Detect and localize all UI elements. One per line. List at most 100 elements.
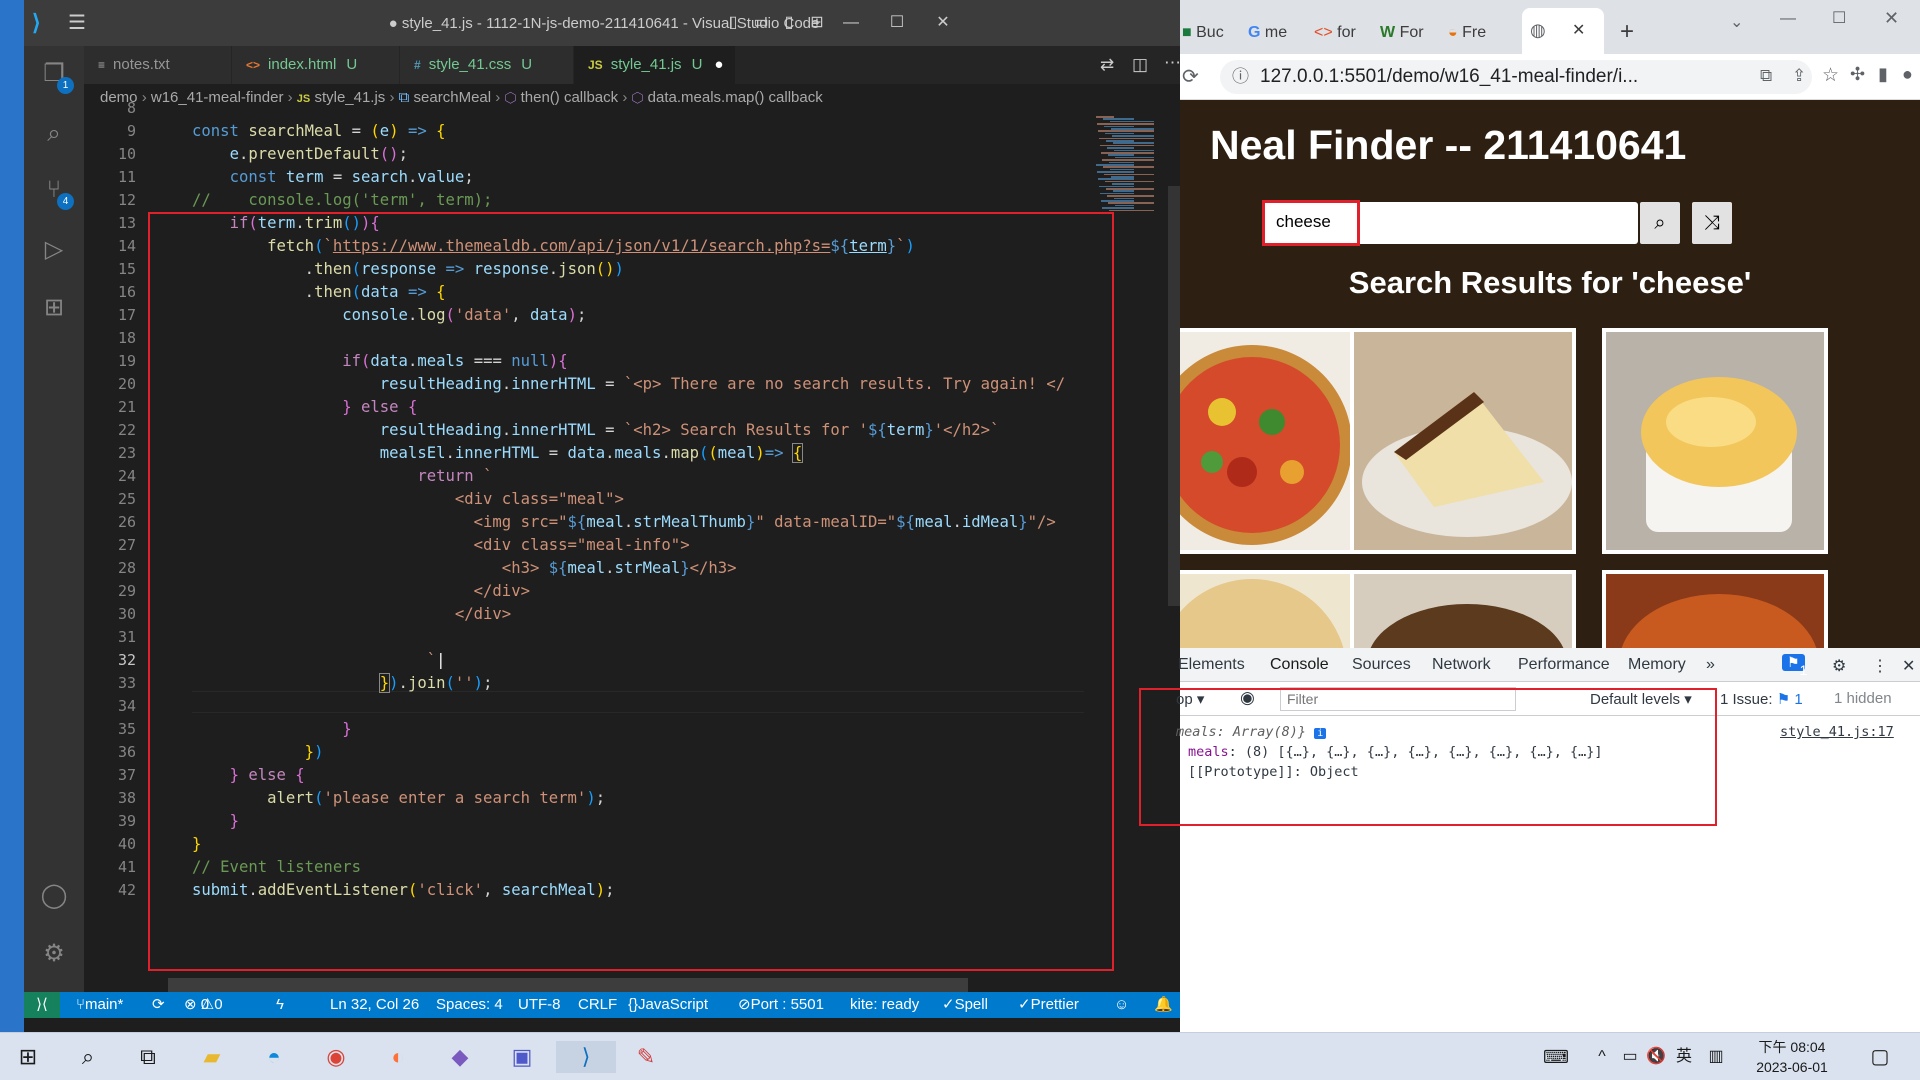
remote-icon[interactable]: ⟩⟨ <box>24 992 60 1018</box>
cursor-position[interactable]: Ln 32, Col 26 <box>330 992 419 1018</box>
toggle-secondary-sidebar-icon[interactable]: ▯ <box>778 12 800 34</box>
issues-badge[interactable]: ⚑ 1 <box>1782 654 1807 678</box>
file-explorer-icon[interactable]: ▰ <box>192 1041 232 1073</box>
edge-icon[interactable]: ◓ <box>254 1041 294 1073</box>
toggle-panel-icon[interactable]: ▭ <box>750 12 772 34</box>
meal-card[interactable] <box>1602 570 1828 648</box>
split-editor-icon[interactable]: ◫ <box>1132 55 1148 75</box>
clock[interactable]: 下午 08:04 2023-06-01 <box>1744 1037 1840 1077</box>
breadcrumb-item[interactable]: w16_41-meal-finder <box>151 89 284 106</box>
breadcrumb-item[interactable]: then() callback <box>521 89 619 106</box>
console-source-link[interactable]: style_41.js:17 <box>1780 724 1894 740</box>
customize-layout-icon[interactable]: ⊞ <box>806 12 828 34</box>
meal-card[interactable] <box>1602 328 1828 554</box>
spell-status[interactable]: ✓ Spell <box>942 992 988 1018</box>
encoding[interactable]: UTF-8 <box>518 992 561 1018</box>
devtools-more-icon[interactable]: ⋮ <box>1872 656 1888 676</box>
source-control-icon[interactable]: ⑂ 4 <box>38 174 74 210</box>
devtools-tab-performance[interactable]: Performance <box>1518 656 1610 674</box>
browser-tab[interactable]: <> for <box>1314 16 1356 50</box>
meal-card[interactable] <box>1180 570 1374 648</box>
task-view-icon[interactable]: ⧉ <box>128 1041 168 1073</box>
firefox-icon[interactable]: ◐ <box>378 1041 418 1073</box>
eol[interactable]: CRLF <box>578 992 617 1018</box>
random-button[interactable]: ⤨ <box>1692 202 1732 244</box>
share-icon[interactable]: ⇪ <box>1792 66 1806 86</box>
sync-icon[interactable]: ⟳ <box>152 992 165 1018</box>
issues-count[interactable]: 1 Issue: ⚑ 1 <box>1720 690 1803 708</box>
tab-close-icon[interactable]: ✕ <box>1572 20 1585 40</box>
more-actions-icon[interactable]: ⋯ <box>1164 53 1181 73</box>
compare-changes-icon[interactable]: ⇄ <box>1100 55 1114 75</box>
notifications-icon[interactable]: 🔔 <box>1154 992 1173 1018</box>
browser-tab[interactable]: ■ Buc <box>1182 16 1224 50</box>
maximize-button[interactable]: ☐ <box>886 12 908 34</box>
language-mode[interactable]: {} JavaScript <box>628 992 708 1018</box>
settings-gear-icon[interactable]: ⚙ <box>38 938 70 970</box>
lightning-icon[interactable]: ϟ <box>276 992 284 1018</box>
tab-style-css[interactable]: # style_41.css U <box>400 46 574 84</box>
feedback-icon[interactable]: ☺ <box>1114 992 1129 1018</box>
site-info-icon[interactable]: ⓘ <box>1232 60 1249 94</box>
unsaved-dot-icon[interactable]: ● <box>714 56 723 73</box>
search-icon[interactable]: ⌕ <box>68 1041 108 1073</box>
git-app-icon[interactable]: ◆ <box>440 1041 480 1073</box>
keyboard-icon[interactable]: ⌨ <box>1536 1041 1576 1073</box>
notification-center-icon[interactable]: ▢ <box>1860 1041 1900 1073</box>
meal-card[interactable] <box>1180 328 1374 554</box>
extensions-icon[interactable]: ⊞ <box>38 292 70 324</box>
browser-tab[interactable]: W For <box>1380 16 1424 50</box>
chrome-icon[interactable]: ◉ <box>316 1041 356 1073</box>
devtools-tab-console[interactable]: Console <box>1270 656 1329 674</box>
devtools-settings-icon[interactable]: ⚙ <box>1832 656 1846 676</box>
browser-tab[interactable]: G me <box>1248 16 1287 50</box>
explorer-icon[interactable]: ❐ 1 <box>38 58 74 94</box>
close-button[interactable]: ✕ <box>932 12 954 34</box>
tab-index-html[interactable]: <> index.html U <box>232 46 400 84</box>
toggle-sidebar-icon[interactable]: ▯ <box>722 12 744 34</box>
search-icon[interactable]: ⌕ <box>38 118 70 150</box>
breadcrumb-item[interactable]: searchMeal <box>414 89 492 106</box>
breadcrumb-item[interactable]: data.meals.map() callback <box>648 89 823 106</box>
browser-maximize-button[interactable]: ☐ <box>1832 8 1846 28</box>
teams-icon[interactable]: ▣ <box>502 1041 542 1073</box>
vscode-taskbar-icon[interactable]: ⟩ <box>556 1041 616 1073</box>
accounts-icon[interactable]: ◯ <box>38 880 70 912</box>
url-input[interactable]: ⓘ 127.0.0.1:5501/demo/w16_41-meal-finder… <box>1220 60 1812 94</box>
tab-notes[interactable]: ≡ notes.txt <box>84 46 232 84</box>
extensions-puzzle-icon[interactable]: ✣ <box>1850 64 1865 85</box>
indentation[interactable]: Spaces: 4 <box>436 992 503 1018</box>
meal-card[interactable] <box>1350 570 1576 648</box>
search-button[interactable]: ⌕ <box>1640 202 1680 244</box>
paint-app-icon[interactable]: ✎ <box>626 1041 666 1073</box>
browser-minimize-button[interactable]: — <box>1780 10 1796 28</box>
devtools-tab-memory[interactable]: Memory <box>1628 656 1686 674</box>
branch-status[interactable]: ⑂ main* <box>76 992 123 1018</box>
browser-tab[interactable]: ◒ Fre <box>1448 16 1486 50</box>
browser-close-button[interactable]: ✕ <box>1884 8 1899 29</box>
prettier-status[interactable]: ✓ Prettier <box>1018 992 1079 1018</box>
start-windows-icon[interactable]: ⊞ <box>8 1041 48 1073</box>
run-debug-icon[interactable]: ▷ <box>38 234 70 266</box>
tab-style-js[interactable]: JS style_41.js U ● <box>574 46 736 84</box>
devtools-close-icon[interactable]: ✕ <box>1902 656 1915 676</box>
profile-avatar-icon[interactable]: ● <box>1902 64 1913 85</box>
devtools-tab-network[interactable]: Network <box>1432 656 1491 674</box>
tab-search-icon[interactable]: ⌄ <box>1730 12 1743 32</box>
meal-card[interactable] <box>1350 328 1576 554</box>
bookmark-star-icon[interactable]: ☆ <box>1822 64 1839 87</box>
ime-mode-icon[interactable]: ▥ <box>1696 1041 1736 1073</box>
reload-icon[interactable]: ⟳ <box>1182 64 1199 89</box>
kite-status[interactable]: kite: ready <box>850 992 919 1018</box>
translate-icon[interactable]: ⧉ <box>1760 66 1772 86</box>
breadcrumb-item[interactable]: style_41.js <box>314 89 385 106</box>
live-server-port[interactable]: ⊘ Port : 5501 <box>738 992 824 1018</box>
side-panel-icon[interactable]: ▮ <box>1878 64 1888 85</box>
more-tabs-icon[interactable]: » <box>1706 656 1715 674</box>
devtools-tab-sources[interactable]: Sources <box>1352 656 1411 674</box>
problems-status[interactable]: ⊗ 0 ⚠ 0 <box>184 992 223 1018</box>
devtools-tab-elements[interactable]: Elements <box>1178 656 1245 674</box>
minimize-button[interactable]: — <box>840 12 862 34</box>
horizontal-scrollbar[interactable] <box>168 978 968 992</box>
new-tab-icon[interactable]: + <box>1620 18 1634 46</box>
